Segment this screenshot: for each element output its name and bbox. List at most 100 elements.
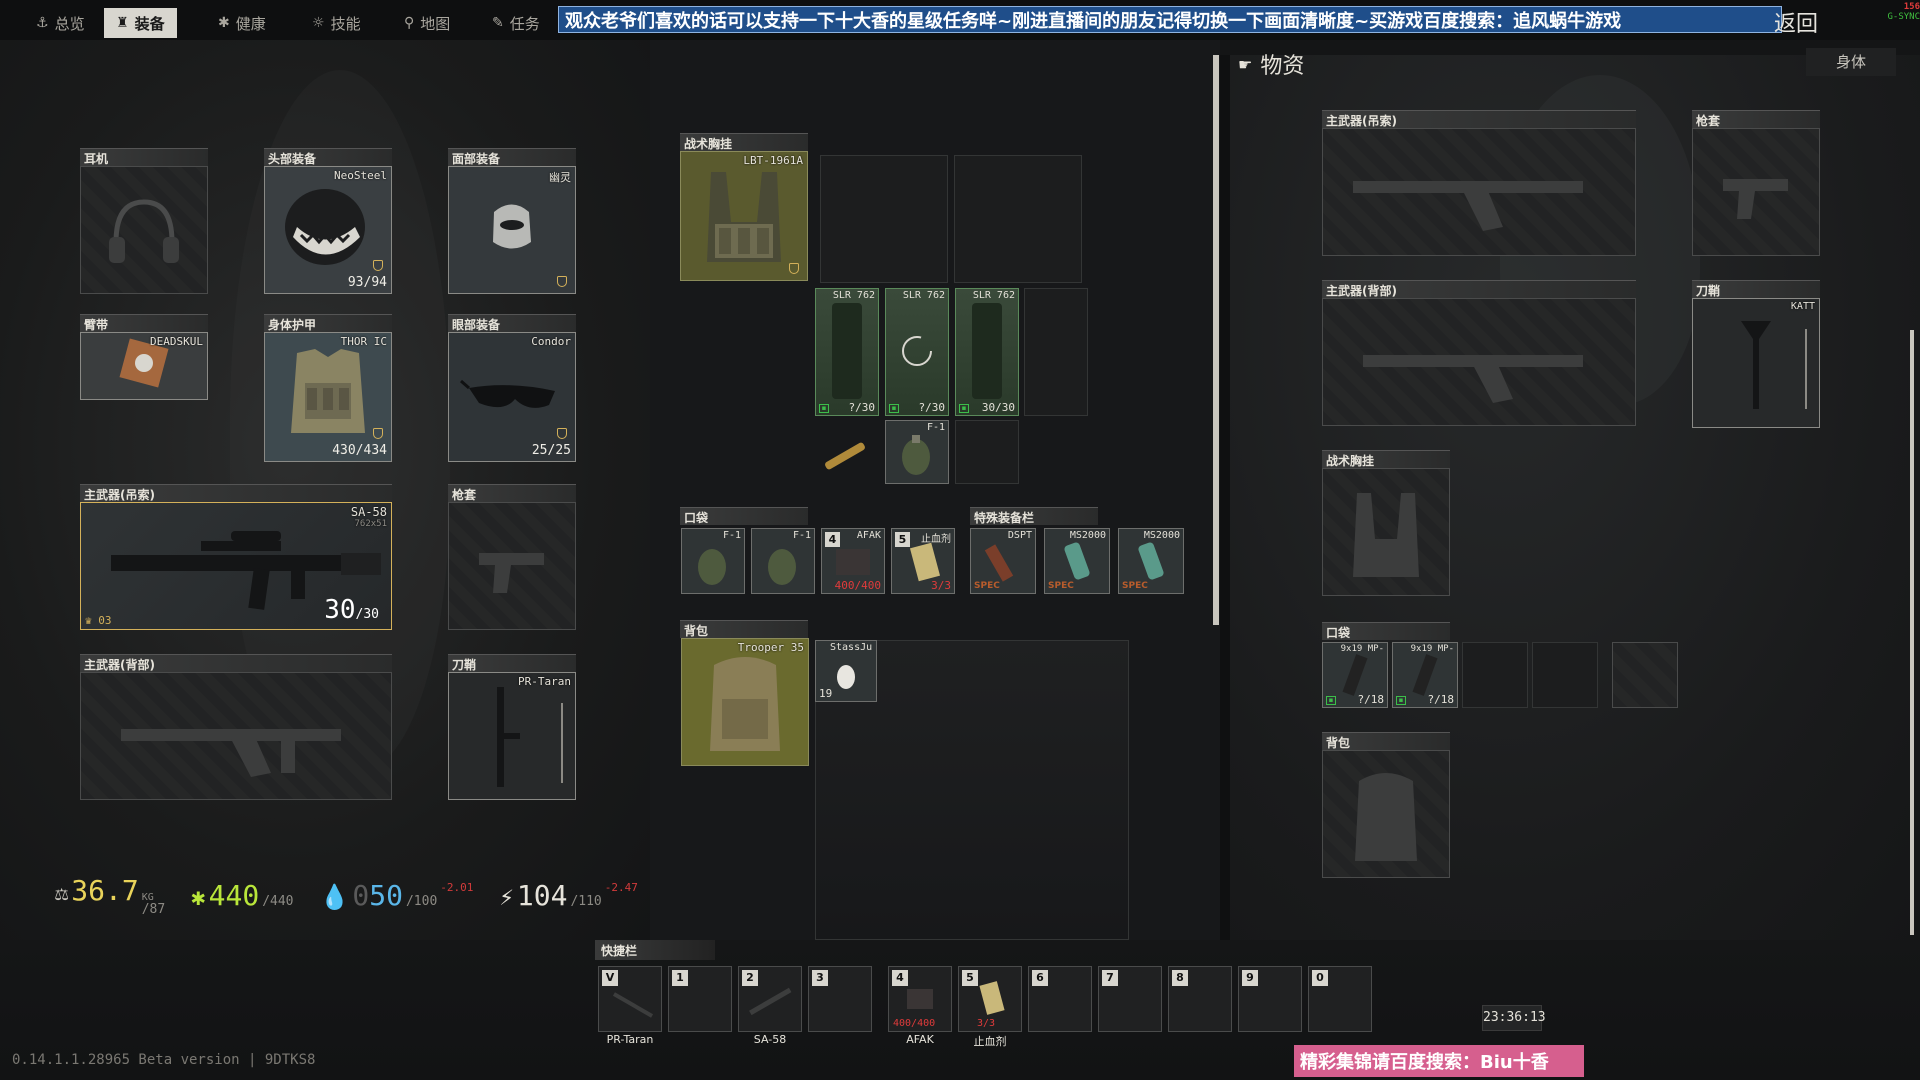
primary-sling-slot[interactable]: SA-58 762x51 ♛ 03 30/30 — [80, 502, 392, 630]
eyewear-slot[interactable]: Condor 25/25 — [448, 332, 576, 462]
health-max: /440 — [262, 893, 294, 909]
special-item[interactable]: DSPT SPEC — [970, 528, 1036, 594]
back-button[interactable]: 返回 — [1774, 6, 1818, 38]
pocket-item-name: 止血剂 — [921, 534, 951, 545]
loot-title: ☛ 物资 — [1238, 48, 1304, 80]
rig-slot[interactable]: LBT-1961A — [680, 151, 808, 281]
tab-label: 地图 — [420, 14, 451, 33]
magazine-count: ?/30 — [848, 401, 876, 414]
loot-scrollbar[interactable] — [1910, 330, 1914, 935]
magazine-item[interactable]: SLR 762 ▪ ?/30 — [815, 288, 879, 416]
magazine-item[interactable]: SLR 762 ▪ 30/30 — [955, 288, 1019, 416]
quickbar-slot-8[interactable]: 8 — [1168, 966, 1232, 1032]
version-label: 0.14.1.1.28965 Beta version | 9DTKS8 — [12, 1052, 316, 1068]
armband-slot[interactable]: DEADSKUL — [80, 332, 208, 400]
tab-health[interactable]: ✱ 健康 — [206, 8, 278, 38]
quickbar-slot-4[interactable]: 4 400/400 — [888, 966, 952, 1032]
body-armor-slot[interactable]: THOR IC 430/434 — [264, 332, 392, 462]
magazine-item[interactable]: SLR 762 ▪ ?/30 — [885, 288, 949, 416]
weight-stat: ⚖ 36.7 KG/87 — [55, 874, 165, 916]
holster-label: 枪套 — [448, 484, 576, 502]
quickbar-slot-9[interactable]: 9 — [1238, 966, 1302, 1032]
pocket-grenade-item[interactable]: F-1 — [751, 528, 815, 594]
rig-cell[interactable] — [1024, 288, 1088, 416]
special-item[interactable]: MS2000 SPEC — [1044, 528, 1110, 594]
loot-pocket-item-count: ?/18 — [1357, 693, 1385, 706]
special-item[interactable]: MS2000 SPEC — [1118, 528, 1184, 594]
pocket-hemostat-item[interactable]: 5 止血剂 3/3 — [891, 528, 955, 594]
quickbar-slot-3[interactable]: 3 — [808, 966, 872, 1032]
headwear-label: 头部装备 — [264, 148, 392, 166]
gear-scrollbar[interactable] — [1213, 55, 1219, 625]
tab-map[interactable]: ⚲ 地图 — [392, 8, 462, 38]
headwear-name: NeoSteel — [334, 169, 387, 182]
loot-pocket-cell[interactable] — [1462, 642, 1528, 708]
hotkey-badge: 1 — [672, 970, 688, 986]
backpack-label: 背包 — [680, 620, 808, 638]
quickbar-slot-7[interactable]: 7 — [1098, 966, 1162, 1032]
loot-scabbard-slot[interactable]: KATT — [1692, 298, 1820, 428]
backpack-item[interactable]: StassJu 19 — [815, 640, 877, 702]
ammo-current: 30 — [324, 595, 356, 625]
cartridge-item[interactable] — [815, 430, 875, 480]
rig-cell[interactable] — [820, 155, 948, 283]
loot-backpack-slot[interactable] — [1322, 750, 1450, 878]
quickbar-slot-2[interactable]: 2 — [738, 966, 802, 1032]
quickbar-slot-6[interactable]: 6 — [1028, 966, 1092, 1032]
tab-label: 任务 — [509, 14, 540, 33]
loot-rig-slot[interactable] — [1322, 468, 1450, 596]
scabbard-label: 刀鞘 — [448, 654, 576, 672]
scabbard-slot[interactable]: PR-Taran — [448, 672, 576, 800]
headphones-slot[interactable] — [80, 166, 208, 294]
armband-label: 臂带 — [80, 314, 208, 332]
assault-rifle-icon — [1353, 181, 1583, 231]
pistol-icon — [1723, 179, 1788, 219]
quickbar-slot-1[interactable]: 1 — [668, 966, 732, 1032]
hotkey-badge: 6 — [1032, 970, 1048, 986]
holster-slot[interactable] — [448, 502, 576, 630]
loot-pocket-item[interactable]: 9x19 MP- ▪ ?/18 — [1392, 642, 1458, 708]
loot-holster-slot[interactable] — [1692, 128, 1820, 256]
tab-overview[interactable]: ⚓ 总览 — [24, 8, 97, 38]
quickbar-slot-5[interactable]: 5 3/3 — [958, 966, 1022, 1032]
headset-icon — [109, 199, 179, 263]
tab-skills[interactable]: ☼ 技能 — [300, 8, 373, 38]
loot-primary-sling-slot[interactable] — [1322, 128, 1636, 256]
ammo-counter: 30/30 — [324, 595, 379, 625]
tab-gear[interactable]: ♜ 装备 — [104, 8, 177, 38]
body-armor-durability: 430/434 — [332, 443, 387, 458]
health-icon: ✱ — [218, 15, 230, 31]
loot-holster-label: 枪套 — [1692, 110, 1820, 128]
pocket-grenade-item[interactable]: F-1 — [681, 528, 745, 594]
armor-shield-icon — [789, 263, 799, 274]
loot-primary-back-slot[interactable] — [1322, 298, 1636, 426]
primary-back-slot[interactable] — [80, 672, 392, 800]
assault-rifle-icon — [121, 729, 341, 777]
rig-cell[interactable] — [955, 420, 1019, 484]
quickbar-slot-v[interactable]: V — [598, 966, 662, 1032]
headwear-slot[interactable]: NeoSteel 93/94 — [264, 166, 392, 294]
face-cover-slot[interactable]: 幽灵 — [448, 166, 576, 294]
hydration-max: /100 — [405, 893, 438, 909]
loot-rig-label: 战术胸挂 — [1322, 450, 1450, 468]
headphones-label: 耳机 — [80, 148, 208, 166]
character-stats: ⚖ 36.7 KG/87 ✱ 440 /440 💧 0 50 /100 -2.01… — [55, 870, 638, 920]
body-tab-button[interactable]: 身体 — [1806, 48, 1896, 76]
special-slots-label: 特殊装备栏 — [970, 507, 1098, 525]
quickbar-slot-0[interactable]: 0 — [1308, 966, 1372, 1032]
grenade-item[interactable]: F-1 — [885, 420, 949, 484]
backpack-slot[interactable]: Trooper 35 — [681, 638, 809, 766]
clock: 23:36:13 — [1482, 1005, 1546, 1031]
weight-value: 36.7 — [71, 874, 139, 907]
hydration-delta: -2.01 — [440, 880, 474, 894]
loot-pocket-cell[interactable] — [1532, 642, 1598, 708]
rig-cell[interactable] — [954, 155, 1082, 283]
loot-pocket-cell[interactable] — [1612, 642, 1678, 708]
chest-rig-icon — [707, 172, 781, 262]
eyewear-durability: 25/25 — [531, 443, 571, 458]
tab-tasks[interactable]: ✎ 任务 — [480, 8, 552, 38]
face-cover-label: 面部装备 — [448, 148, 576, 166]
loot-pocket-item[interactable]: 9x19 MP- ▪ ?/18 — [1322, 642, 1388, 708]
armor-shield-icon — [373, 428, 383, 439]
pocket-medkit-item[interactable]: 4 AFAK 400/400 — [821, 528, 885, 594]
